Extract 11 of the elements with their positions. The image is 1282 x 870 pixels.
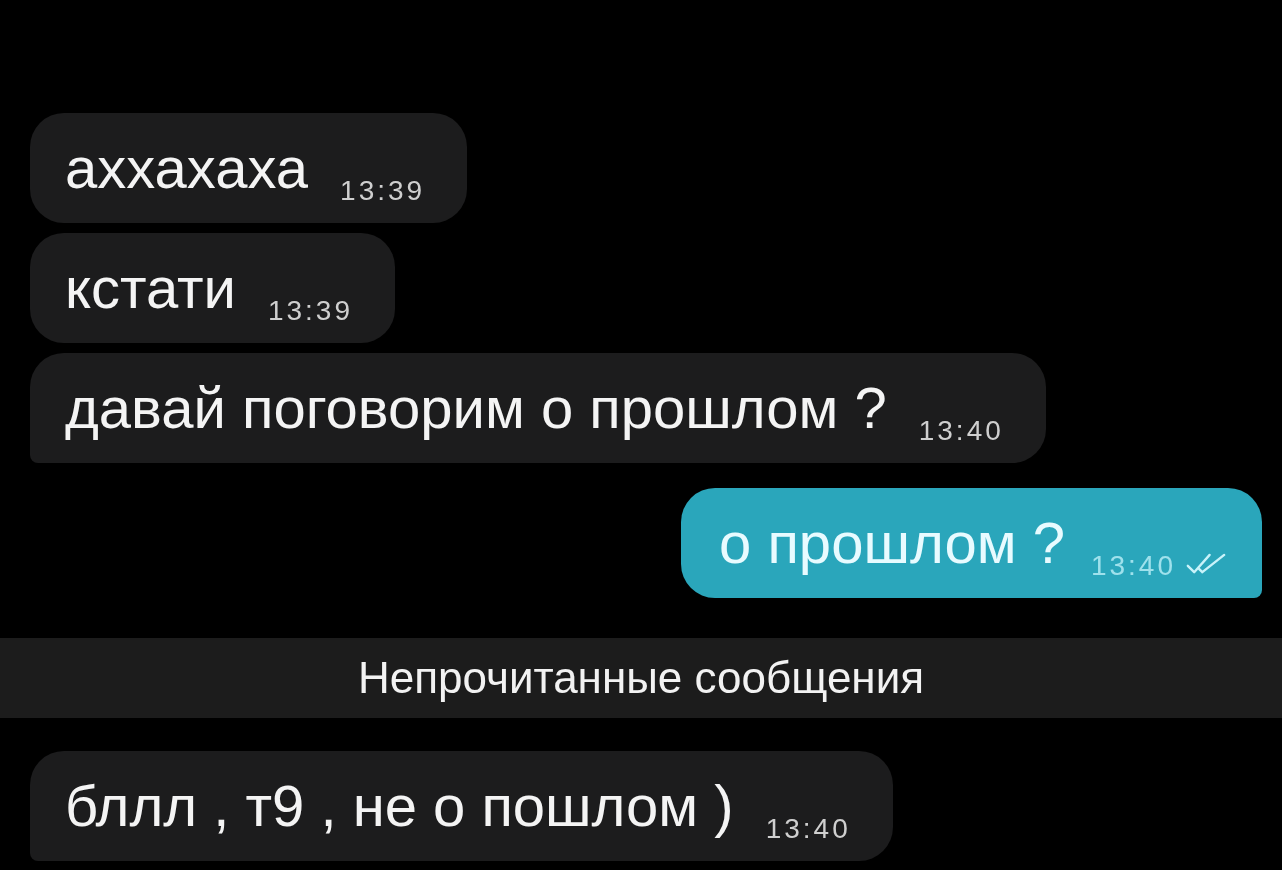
message-time: 13:39 [340, 175, 426, 206]
message-text: давай поговорим о прошлом ? [65, 375, 887, 440]
message-time: 13:40 [765, 813, 851, 844]
message-text: кстати [65, 255, 236, 320]
message-text: аххахаха [65, 135, 309, 200]
unread-divider-label: Непрочитанные сообщения [357, 653, 925, 703]
message-time: 13:39 [267, 295, 353, 326]
message-time: 13:40 [918, 415, 1004, 446]
message-time: 13:40 [1090, 550, 1176, 581]
message-text: бллл , т9 , не о пошлом ) [65, 773, 734, 838]
message-text: о прошлом ? [719, 510, 1065, 575]
